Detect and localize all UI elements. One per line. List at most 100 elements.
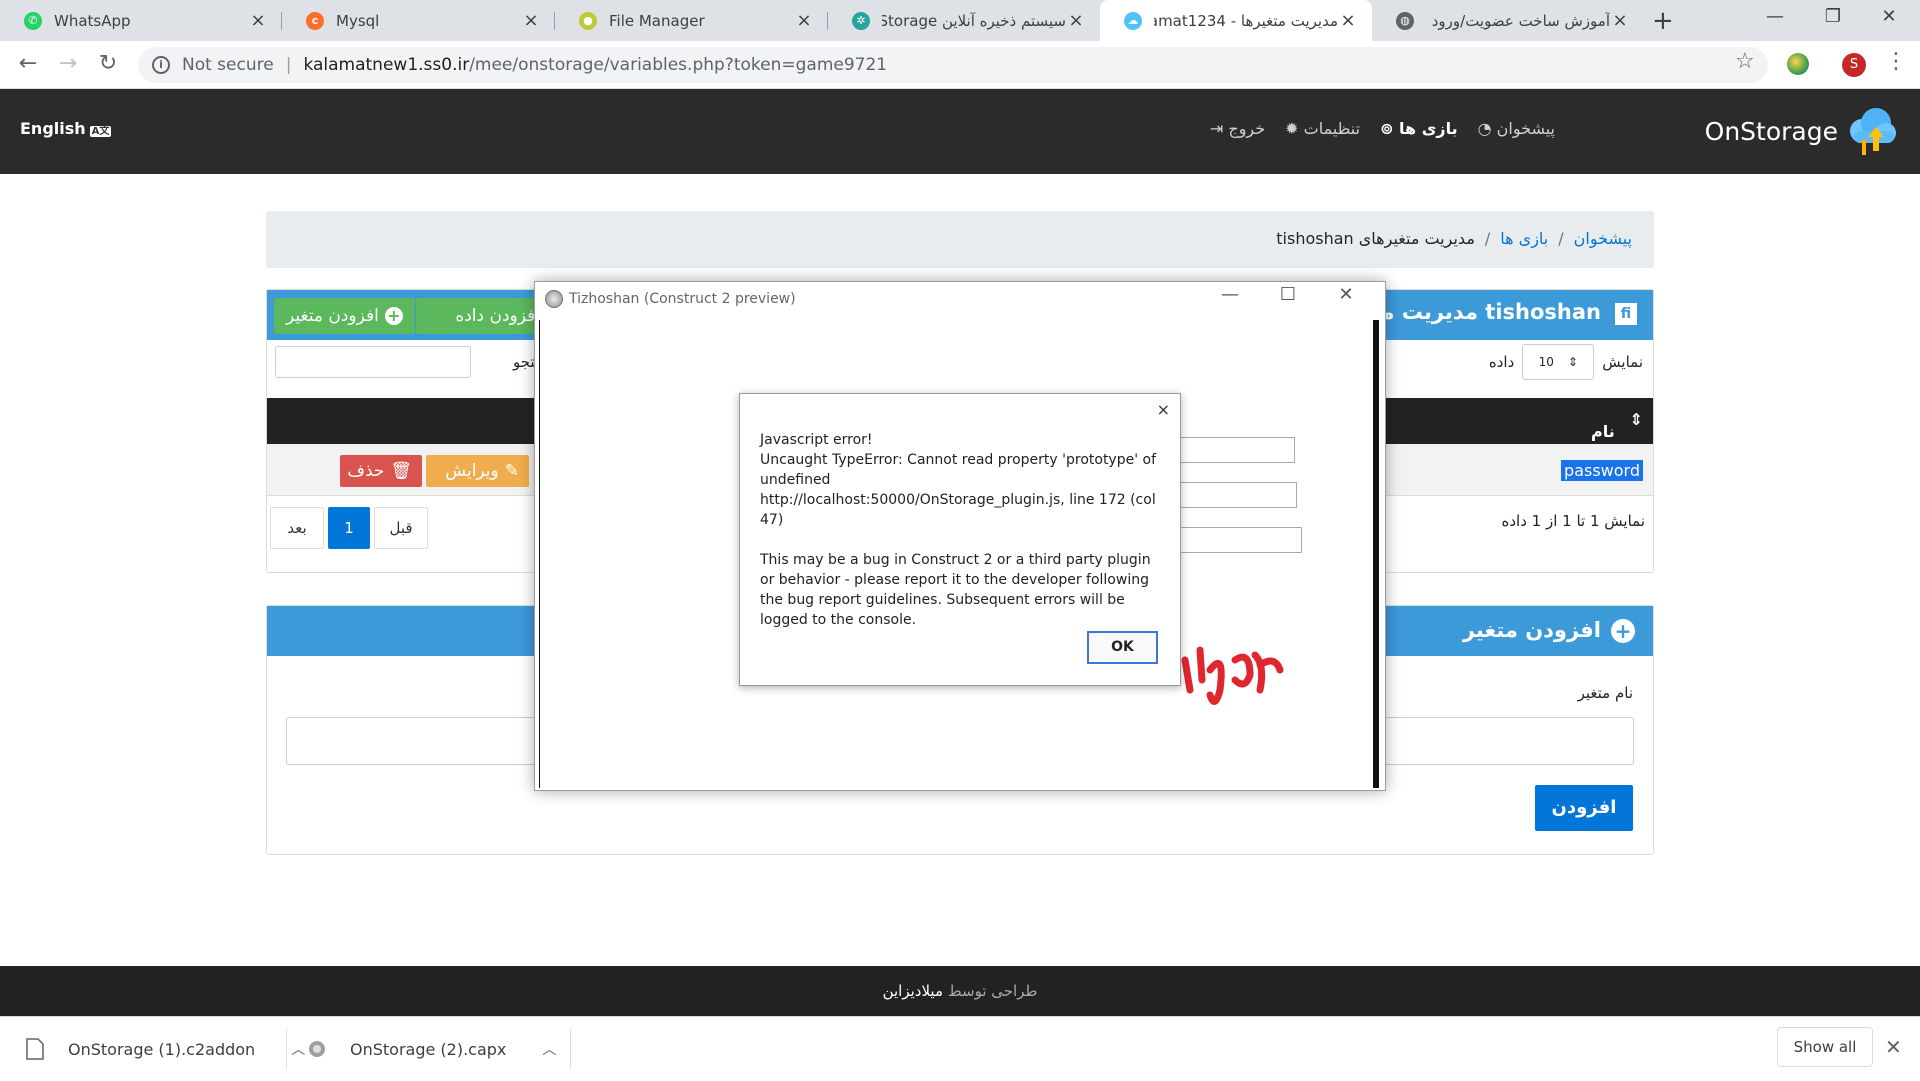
translate-icon: A文 <box>89 126 112 137</box>
nav-label: بازی ها <box>1399 119 1458 138</box>
reload-button[interactable]: ↻ <box>94 51 122 76</box>
page-length: نمایش 10 ⇕ داده <box>1489 344 1643 380</box>
brand-name: OnStorage <box>1704 116 1838 146</box>
language-switch[interactable]: English A文 <box>20 119 112 138</box>
restore-button[interactable]: ❐ <box>1813 6 1853 27</box>
nav-label: پیشخوان <box>1496 119 1555 138</box>
show-suffix: داده <box>1488 353 1515 371</box>
add-variable-button[interactable]: + افزودن متغیر <box>274 298 415 334</box>
close-button[interactable]: ✕ <box>1317 284 1375 305</box>
pagination: بعد 1 قبل <box>270 507 432 549</box>
nav-settings[interactable]: ✹ تنظیمات <box>1285 119 1360 138</box>
tab-title: مدیریت متغیرها - kalamat1234 <box>1154 11 1338 30</box>
close-dialog-button[interactable]: × <box>1157 400 1170 419</box>
divider: | <box>285 55 292 75</box>
close-tab-icon[interactable]: × <box>248 10 268 31</box>
close-downloads-icon[interactable]: ✕ <box>1885 1035 1902 1059</box>
tab-title: File Manager <box>609 11 705 30</box>
globe-icon: ◍ <box>1396 11 1414 30</box>
minimize-button[interactable]: — <box>1755 6 1795 27</box>
footer-author[interactable]: میلادیزاین <box>883 982 943 1000</box>
address-bar[interactable]: i Not secure | kalamatnew1.ss0.ir/mee/on… <box>138 47 1768 83</box>
tab-tutorial[interactable]: ◍ آموزش ساخت عضویت/ورود با × <box>1372 0 1644 41</box>
tab-onstorage-home[interactable]: ✲ سیستم ذخیره آنلاین OnStorage × <box>828 0 1100 41</box>
breadcrumb-separator: / <box>1484 229 1491 248</box>
chevron-up-icon[interactable]: ︿ <box>291 1039 305 1059</box>
show-all-button[interactable]: Show all <box>1777 1027 1873 1067</box>
download-item[interactable]: OnStorage (1).c2addon ︿ <box>26 1017 305 1081</box>
close-tab-icon[interactable]: × <box>1610 10 1630 31</box>
nav-links: ◔ پیشخوان ⊚ بازی ها ✹ تنظیمات ⇥ خروج <box>1210 119 1555 138</box>
bookmark-star-icon[interactable]: ☆ <box>1735 49 1755 74</box>
page-length-value: 10 <box>1538 355 1554 369</box>
game-input-field[interactable] <box>1180 482 1297 508</box>
nav-games[interactable]: ⊚ بازی ها <box>1380 119 1458 138</box>
column-variable-name[interactable]: ⇕ نام متغیر <box>1591 410 1643 460</box>
breadcrumb-games[interactable]: بازی ها <box>1500 229 1548 248</box>
cloud-icon: ☁ <box>1124 11 1142 30</box>
trash-icon: 🗑 <box>390 461 412 481</box>
download-item[interactable]: OnStorage (2).capx ︿ <box>308 1017 556 1081</box>
tab-whatsapp[interactable]: ✆ WhatsApp × <box>0 0 282 41</box>
language-label: English <box>20 119 86 138</box>
tab-file-manager[interactable]: ● File Manager × <box>555 0 828 41</box>
download-filename: OnStorage (2).capx <box>350 1039 507 1059</box>
browser-toolbar: ← → ↻ i Not secure | kalamatnew1.ss0.ir /… <box>0 41 1920 89</box>
button-label: ویرایش <box>445 461 499 481</box>
tab-title: Mysql <box>336 11 380 30</box>
nav-logout[interactable]: ⇥ خروج <box>1210 119 1265 138</box>
chevron-up-icon[interactable]: ︿ <box>542 1039 556 1059</box>
whatsapp-icon: ✆ <box>24 11 42 30</box>
ok-button[interactable]: OK <box>1087 631 1158 664</box>
next-page-button[interactable]: بعد <box>270 507 324 549</box>
prev-page-button[interactable]: قبل <box>374 507 428 549</box>
page-length-select[interactable]: 10 ⇕ <box>1522 344 1595 380</box>
search-input[interactable] <box>275 346 471 378</box>
close-window-button[interactable]: ✕ <box>1869 6 1909 27</box>
site-footer: طراحی توسط میلادیزاین <box>0 966 1920 1016</box>
edit-button[interactable]: ✎ ویرایش <box>426 455 529 487</box>
cloud-upload-icon <box>1850 108 1896 155</box>
variable-name-label: نام متغیر <box>1577 684 1633 702</box>
maximize-button[interactable]: ☐ <box>1259 284 1317 305</box>
game-input-field[interactable] <box>1180 437 1295 463</box>
file-manager-icon: ● <box>579 11 597 30</box>
tab-mysql[interactable]: c Mysql × <box>282 0 555 41</box>
tab-strip: ✆ WhatsApp × c Mysql × ● File Manager × … <box>0 0 1920 41</box>
breadcrumb-current: مدیریت متغیرهای tishoshan <box>1276 229 1475 248</box>
download-filename: OnStorage (1).c2addon <box>68 1039 256 1059</box>
current-page-button[interactable]: 1 <box>328 507 370 549</box>
button-label: حذف <box>347 461 385 481</box>
nav-label: خروج <box>1228 119 1266 138</box>
site-navbar: English A文 ◔ پیشخوان ⊚ بازی ها ✹ تنظیمات … <box>0 89 1920 174</box>
card-title: افزودن متغیر <box>1462 618 1601 642</box>
close-tab-icon[interactable]: × <box>1066 10 1086 31</box>
sort-arrows-icon: ⇕ <box>1567 355 1578 369</box>
forward-button[interactable]: → <box>54 51 82 76</box>
close-tab-icon[interactable]: × <box>1338 10 1358 31</box>
extension-icon[interactable] <box>1787 53 1809 75</box>
profile-avatar[interactable]: S <box>1842 53 1866 77</box>
nav-dashboard[interactable]: ◔ پیشخوان <box>1478 119 1555 138</box>
error-dialog: × Javascript error! Uncaught TypeError: … <box>739 393 1181 686</box>
brand[interactable]: OnStorage <box>1705 103 1898 159</box>
breadcrumb-separator: / <box>1558 229 1564 248</box>
submit-add-button[interactable]: افزودن <box>1535 785 1633 831</box>
new-tab-button[interactable]: + <box>1652 6 1674 36</box>
browser-menu-icon[interactable]: ⋮ <box>1885 49 1907 74</box>
show-label: نمایش <box>1602 353 1643 371</box>
error-message: Javascript error! Uncaught TypeError: Ca… <box>760 432 1157 628</box>
tab-title: آموزش ساخت عضویت/ورود با <box>1426 11 1610 30</box>
button-label: افزودن متغیر <box>286 306 379 326</box>
game-input-field[interactable] <box>1180 527 1302 553</box>
capx-file-icon <box>309 1041 325 1057</box>
variable-name-cell: password <box>1561 460 1643 481</box>
tab-variables[interactable]: ☁ مدیریت متغیرها - kalamat1234 × <box>1100 0 1372 41</box>
back-button[interactable]: ← <box>14 51 42 76</box>
info-icon[interactable]: i <box>152 56 170 74</box>
delete-button[interactable]: 🗑 حذف <box>340 455 422 487</box>
close-tab-icon[interactable]: × <box>521 10 541 31</box>
minimize-button[interactable]: — <box>1201 284 1259 305</box>
close-tab-icon[interactable]: × <box>794 10 814 31</box>
breadcrumb-dashboard[interactable]: پیشخوان <box>1574 229 1632 248</box>
